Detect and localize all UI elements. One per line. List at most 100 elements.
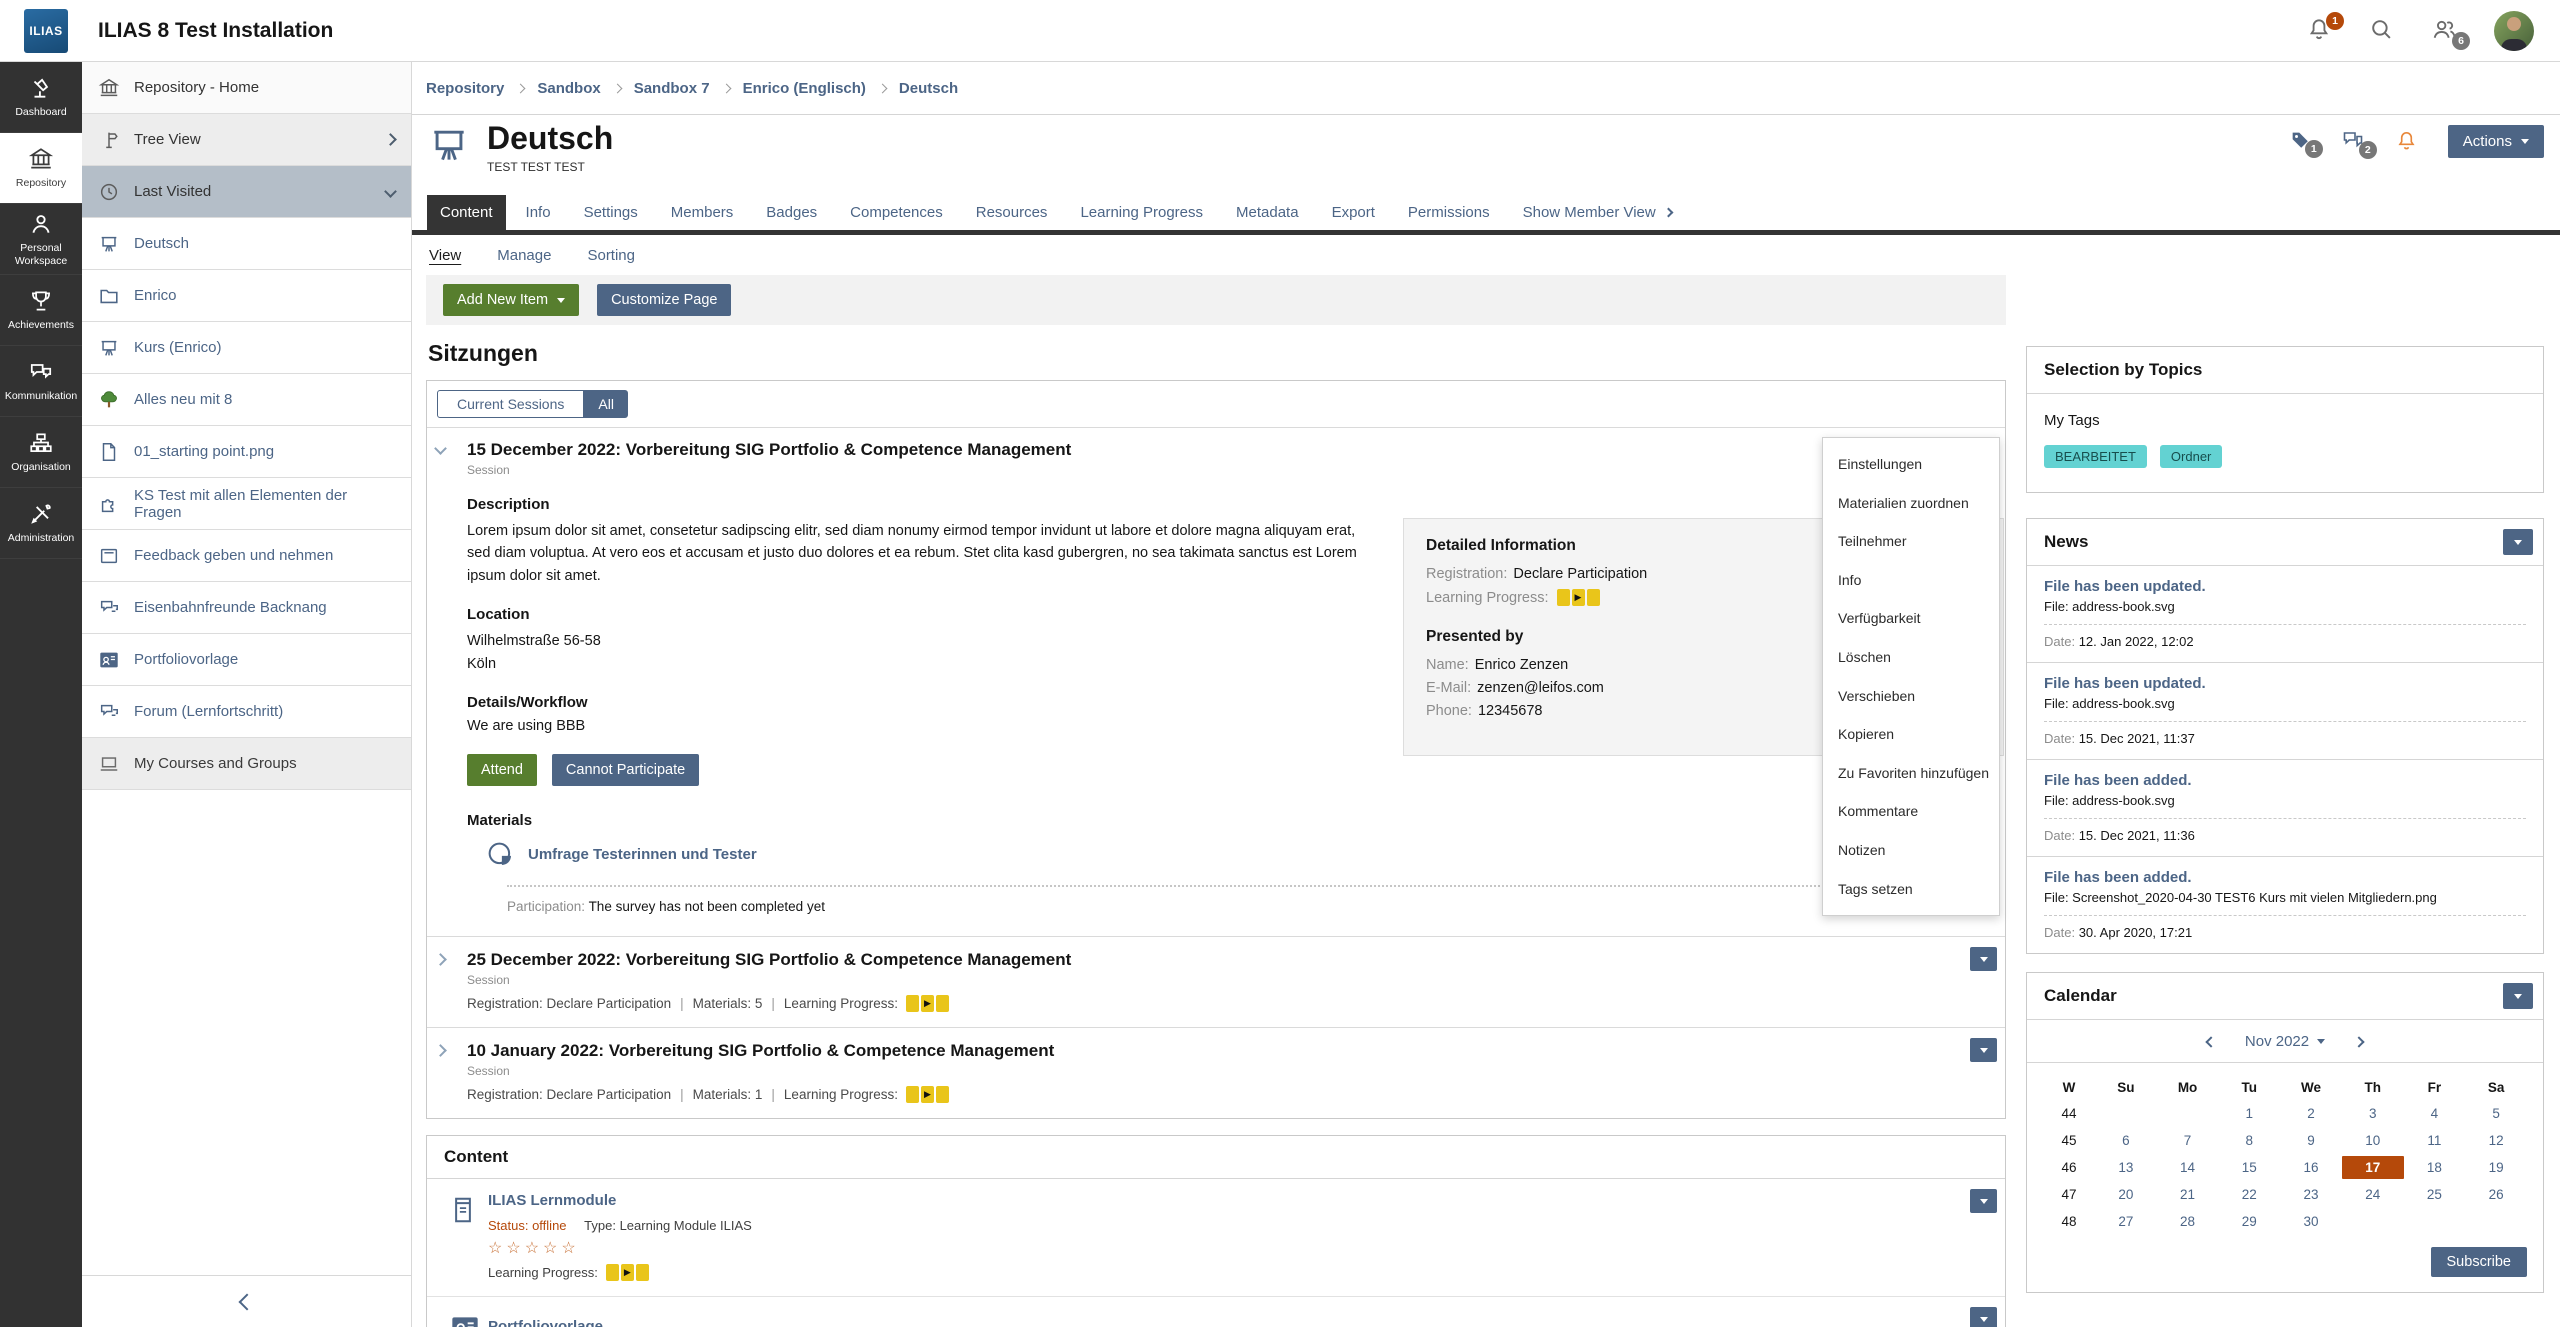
calendar-day[interactable]: 21 xyxy=(2157,1183,2219,1206)
session-actions-dropdown-button[interactable] xyxy=(1970,1038,1997,1062)
session-title[interactable]: 25 December 2022: Vorbereitung SIG Portf… xyxy=(467,950,2005,970)
attend-button[interactable]: Attend xyxy=(467,754,537,786)
tab-show-member-view[interactable]: Show Member View xyxy=(1510,195,1685,230)
subtab-sorting[interactable]: Sorting xyxy=(587,247,635,264)
calendar-day[interactable]: 11 xyxy=(2404,1129,2466,1152)
previous-month-button[interactable] xyxy=(2205,1036,2216,1047)
item-actions-dropdown-button[interactable] xyxy=(1970,1189,1997,1213)
item-actions-dropdown-button[interactable] xyxy=(1970,1307,1997,1327)
expand-session-icon[interactable] xyxy=(434,953,447,966)
menu-item-einstellungen[interactable]: Einstellungen xyxy=(1823,445,1999,484)
tab-metadata[interactable]: Metadata xyxy=(1223,195,1312,230)
calendar-day[interactable]: 25 xyxy=(2404,1183,2466,1206)
calendar-day[interactable]: 14 xyxy=(2157,1156,2219,1179)
month-selector[interactable]: Nov 2022 xyxy=(2245,1033,2325,1050)
calendar-day[interactable]: 3 xyxy=(2342,1102,2404,1125)
calendar-day[interactable]: 1 xyxy=(2218,1102,2280,1125)
sidebar-item-starting-point-file[interactable]: 01_starting point.png xyxy=(82,426,411,478)
tab-settings[interactable]: Settings xyxy=(571,195,651,230)
comments-button[interactable]: 2 xyxy=(2341,128,2365,155)
calendar-day[interactable]: 9 xyxy=(2280,1129,2342,1152)
menu-item-info[interactable]: Info xyxy=(1823,561,1999,600)
calendar-day[interactable]: 26 xyxy=(2465,1183,2527,1206)
breadcrumb-link[interactable]: Sandbox xyxy=(537,80,600,97)
menu-item-kommentare[interactable]: Kommentare xyxy=(1823,792,1999,831)
sidebar-item-deutsch[interactable]: Deutsch xyxy=(82,218,411,270)
tab-resources[interactable]: Resources xyxy=(963,195,1061,230)
sidebar-item-enrico[interactable]: Enrico xyxy=(82,270,411,322)
calendar-day[interactable]: 15 xyxy=(2218,1156,2280,1179)
calendar-day[interactable]: 29 xyxy=(2218,1210,2280,1233)
tab-members[interactable]: Members xyxy=(658,195,747,230)
calendar-day[interactable]: 30 xyxy=(2280,1210,2342,1233)
menu-item-kopieren[interactable]: Kopieren xyxy=(1823,715,1999,754)
tags-button[interactable]: 1 xyxy=(2289,129,2311,154)
sidebar-item-eisenbahnfreunde[interactable]: Eisenbahnfreunde Backnang xyxy=(82,582,411,634)
notification-toggle-button[interactable] xyxy=(2395,129,2418,155)
calendar-day-selected[interactable]: 17 xyxy=(2342,1156,2404,1179)
session-title[interactable]: 10 January 2022: Vorbereitung SIG Portfo… xyxy=(467,1041,2005,1061)
rail-item-kommunikation[interactable]: Kommunikation xyxy=(0,346,82,417)
breadcrumb-link[interactable]: Repository xyxy=(426,80,504,97)
calendar-day[interactable]: 18 xyxy=(2404,1156,2466,1179)
rail-item-administration[interactable]: Administration xyxy=(0,488,82,559)
rail-item-repository[interactable]: Repository xyxy=(0,133,82,204)
subtab-view[interactable]: View xyxy=(429,247,461,264)
sidebar-item-last-visited[interactable]: Last Visited xyxy=(82,166,411,218)
calendar-day[interactable]: 5 xyxy=(2465,1102,2527,1125)
user-avatar[interactable] xyxy=(2494,11,2534,51)
learning-progress-icon[interactable] xyxy=(906,1086,949,1103)
menu-item-loeschen[interactable]: Löschen xyxy=(1823,638,1999,677)
calendar-day[interactable]: 27 xyxy=(2095,1210,2157,1233)
collapse-session-icon[interactable] xyxy=(434,442,447,455)
sidebar-item-ks-test[interactable]: KS Test mit allen Elementen der Fragen xyxy=(82,478,411,530)
rail-item-personal-workspace[interactable]: Personal Workspace xyxy=(0,204,82,275)
calendar-day[interactable]: 16 xyxy=(2280,1156,2342,1179)
tab-badges[interactable]: Badges xyxy=(753,195,830,230)
news-title[interactable]: File has been updated. xyxy=(2044,578,2526,595)
learning-progress-icon[interactable] xyxy=(606,1264,649,1281)
customize-page-button[interactable]: Customize Page xyxy=(597,284,731,316)
calendar-day[interactable]: 20 xyxy=(2095,1183,2157,1206)
cannot-participate-button[interactable]: Cannot Participate xyxy=(552,754,699,786)
sidebar-collapse-button[interactable] xyxy=(82,1275,411,1327)
calendar-day[interactable]: 12 xyxy=(2465,1129,2527,1152)
learning-progress-icon[interactable] xyxy=(906,995,949,1012)
next-month-button[interactable] xyxy=(2353,1036,2364,1047)
sidebar-item-tree-view[interactable]: Tree View xyxy=(82,114,411,166)
menu-item-notizen[interactable]: Notizen xyxy=(1823,831,1999,870)
rail-item-dashboard[interactable]: Dashboard xyxy=(0,62,82,133)
session-title[interactable]: 15 December 2022: Vorbereitung SIG Portf… xyxy=(467,440,2005,460)
calendar-day[interactable]: 7 xyxy=(2157,1129,2219,1152)
rating-stars[interactable]: ☆☆☆☆☆ xyxy=(488,1238,2005,1258)
menu-item-teilnehmer[interactable]: Teilnehmer xyxy=(1823,522,1999,561)
material-link[interactable]: Umfrage Testerinnen und Tester xyxy=(528,846,757,863)
actions-button[interactable]: Actions xyxy=(2448,125,2544,158)
session-actions-dropdown-button[interactable] xyxy=(1970,947,1997,971)
menu-item-verschieben[interactable]: Verschieben xyxy=(1823,677,1999,716)
calendar-day[interactable]: 24 xyxy=(2342,1183,2404,1206)
item-link[interactable]: Portfoliovorlage xyxy=(488,1318,2005,1327)
contacts-button[interactable]: 6 xyxy=(2430,15,2458,46)
calendar-day[interactable]: 13 xyxy=(2095,1156,2157,1179)
breadcrumb-link[interactable]: Enrico (Englisch) xyxy=(743,80,866,97)
news-title[interactable]: File has been added. xyxy=(2044,869,2526,886)
calendar-day[interactable]: 10 xyxy=(2342,1129,2404,1152)
subscribe-button[interactable]: Subscribe xyxy=(2431,1247,2527,1277)
item-link[interactable]: ILIAS Lernmodule xyxy=(488,1192,2005,1209)
sidebar-item-feedback[interactable]: Feedback geben und nehmen xyxy=(82,530,411,582)
news-title[interactable]: File has been updated. xyxy=(2044,675,2526,692)
menu-item-tags-setzen[interactable]: Tags setzen xyxy=(1823,870,1999,909)
calendar-day[interactable]: 2 xyxy=(2280,1102,2342,1125)
menu-item-verfuegbarkeit[interactable]: Verfügbarkeit xyxy=(1823,599,1999,638)
tab-info[interactable]: Info xyxy=(513,195,564,230)
calendar-day[interactable]: 28 xyxy=(2157,1210,2219,1233)
ilias-logo[interactable]: ILIAS xyxy=(24,9,68,53)
news-actions-dropdown-button[interactable] xyxy=(2503,529,2533,555)
sidebar-item-repository-home[interactable]: Repository - Home xyxy=(82,62,411,114)
tag-chip[interactable]: Ordner xyxy=(2160,445,2222,468)
calendar-day[interactable]: 23 xyxy=(2280,1183,2342,1206)
sidebar-item-forum-lernfortschritt[interactable]: Forum (Lernfortschritt) xyxy=(82,686,411,738)
rail-item-achievements[interactable]: Achievements xyxy=(0,275,82,346)
tab-content[interactable]: Content xyxy=(427,195,506,230)
